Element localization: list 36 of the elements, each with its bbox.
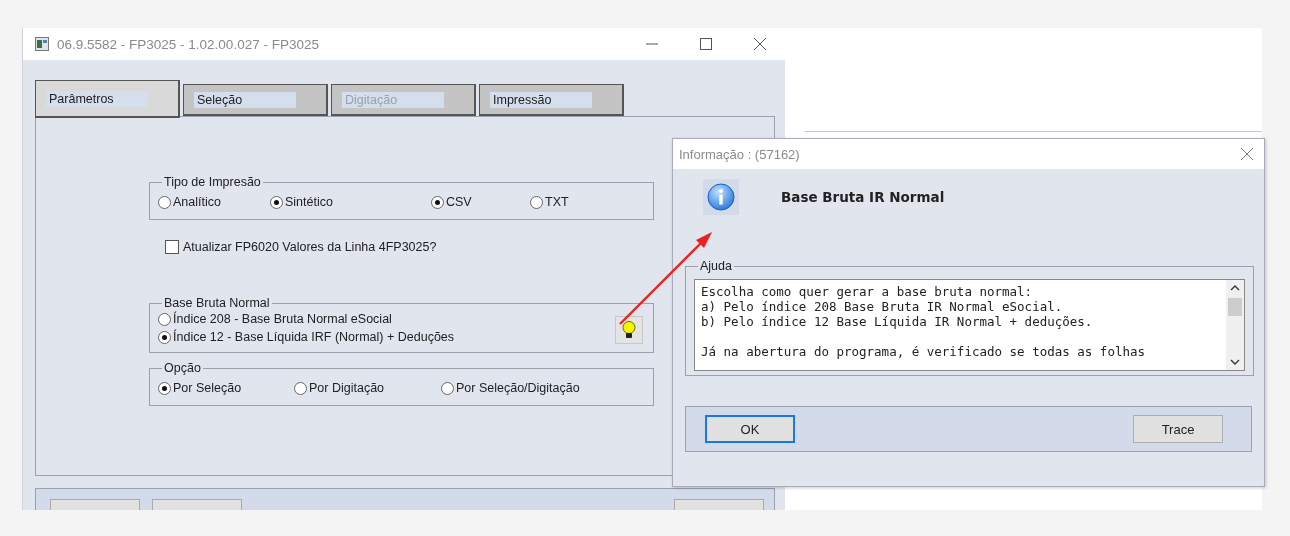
group-label: Base Bruta Normal xyxy=(163,296,271,310)
info-icon xyxy=(703,179,739,215)
radio-option[interactable]: CSV xyxy=(431,195,530,209)
window-title: 06.9.5582 - FP3025 - 1.02.00.027 - FP3025 xyxy=(57,36,319,52)
tab[interactable]: Impressão xyxy=(479,84,624,116)
help-button[interactable] xyxy=(615,316,643,344)
tab[interactable]: Parâmetros xyxy=(35,80,180,118)
scroll-up-icon[interactable] xyxy=(1230,284,1240,292)
dialog-title: Informação : (57162) xyxy=(679,146,800,162)
ok-button[interactable]: OK xyxy=(705,415,795,443)
group-label: Tipo de Impresão xyxy=(163,175,262,189)
radio-option[interactable]: Por Digitação xyxy=(294,381,441,395)
help-paragraph: Já na abertura do programa, é verificado se todas as folhas xyxy=(701,344,1146,359)
close-icon[interactable] xyxy=(1240,147,1254,161)
radio-option[interactable]: TXT xyxy=(530,195,569,209)
scroll-thumb[interactable] xyxy=(1228,298,1242,316)
app-icon xyxy=(35,37,49,51)
radio-option[interactable]: Índice 208 - Base Bruta Normal eSocial xyxy=(158,312,392,326)
help-text-area[interactable] xyxy=(694,279,1245,371)
radio-option[interactable]: Por Seleção/Digitação xyxy=(441,381,580,395)
maximize-icon[interactable] xyxy=(699,37,713,51)
dialog-heading: Base Bruta IR Normal xyxy=(781,189,945,205)
trace-button[interactable]: Trace xyxy=(1133,415,1223,443)
help-paragraph: Escolha como quer gerar a base bruta normal: a) Pelo índice 208 Base Bruta IR Normal eSocial. b) Pelo índice 12 Base Líquida IR Normal + deduções. xyxy=(701,284,1094,329)
scrollbar[interactable] xyxy=(1226,280,1244,370)
radio-option[interactable]: Índice 12 - Base Líquida IRF (Normal) + Deduções xyxy=(158,330,455,344)
radio-option[interactable]: Analítico xyxy=(158,195,270,209)
radio-option[interactable]: Sintético xyxy=(270,195,431,209)
radio-option[interactable]: Por Seleção xyxy=(158,381,294,395)
group-label: Ajuda xyxy=(699,259,733,273)
lightbulb-icon xyxy=(621,320,637,340)
scroll-down-icon[interactable] xyxy=(1230,358,1240,366)
group-label: Opção xyxy=(163,361,202,375)
tab[interactable]: Seleção xyxy=(183,84,328,116)
close-icon[interactable] xyxy=(753,37,767,51)
checkbox-option[interactable]: Atualizar FP6020 Valores da Linha 4FP3025? xyxy=(165,240,437,254)
